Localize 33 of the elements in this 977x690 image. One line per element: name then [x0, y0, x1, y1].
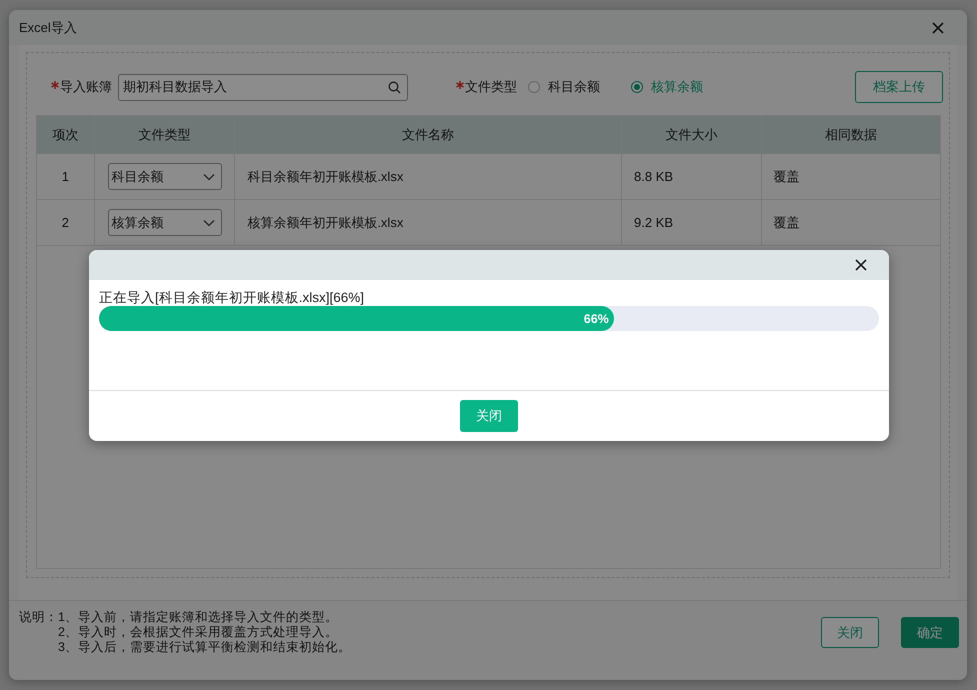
window-title: Excel导入: [19, 18, 77, 36]
table-cell: 8.8 KB: [622, 154, 762, 199]
close-button[interactable]: 关闭: [821, 617, 879, 648]
note-line: 2、导入时，会根据文件采用覆盖方式处理导入。: [58, 625, 339, 640]
chevron-icon: [202, 172, 215, 180]
table-cell: 核算余额年初开账模板.xlsx: [235, 200, 622, 245]
field-label: 导入账簿: [60, 78, 112, 96]
radio-option[interactable]: 核算余额: [631, 78, 703, 96]
confirm-button[interactable]: 确定: [901, 617, 959, 648]
close-icon[interactable]: [854, 258, 868, 272]
chevron-icon: [202, 218, 215, 226]
table-cell: 9.2 KB: [622, 200, 762, 245]
table-cell-text: 覆盖: [772, 168, 801, 186]
notes-label: 说明：: [19, 610, 58, 626]
table-cell-text: 覆盖: [772, 214, 801, 232]
upload-button[interactable]: 档案上传: [855, 71, 943, 103]
ledger-field[interactable]: 期初科目数据导入: [118, 74, 408, 100]
file-type-select[interactable]: 核算余额: [108, 209, 222, 236]
progress-reading: 66%: [584, 312, 609, 326]
note-line: 1、导入前，请指定账簿和选择导入文件的类型。: [58, 610, 339, 625]
radio-label: 科目余额: [548, 78, 600, 96]
column-header: 相同数据: [824, 126, 878, 144]
field-label: 文件类型: [465, 78, 517, 96]
table-cell: 科目余额年初开账模板.xlsx: [235, 154, 622, 199]
search-icon[interactable]: [388, 80, 401, 94]
progress-message: 正在导入[科目余额年初开账模板.xlsx][66%]: [99, 290, 366, 306]
radio-option[interactable]: 科目余额: [528, 78, 600, 96]
radio-label: 核算余额: [651, 78, 703, 96]
table-cell: 2: [37, 200, 95, 245]
table-cell: 1: [37, 154, 95, 199]
file-type-select[interactable]: 科目余额: [108, 163, 222, 190]
close-button[interactable]: 关闭: [460, 400, 518, 432]
note-line: 3、导入后，需要进行试算平衡检测和结束初始化。: [58, 640, 351, 655]
